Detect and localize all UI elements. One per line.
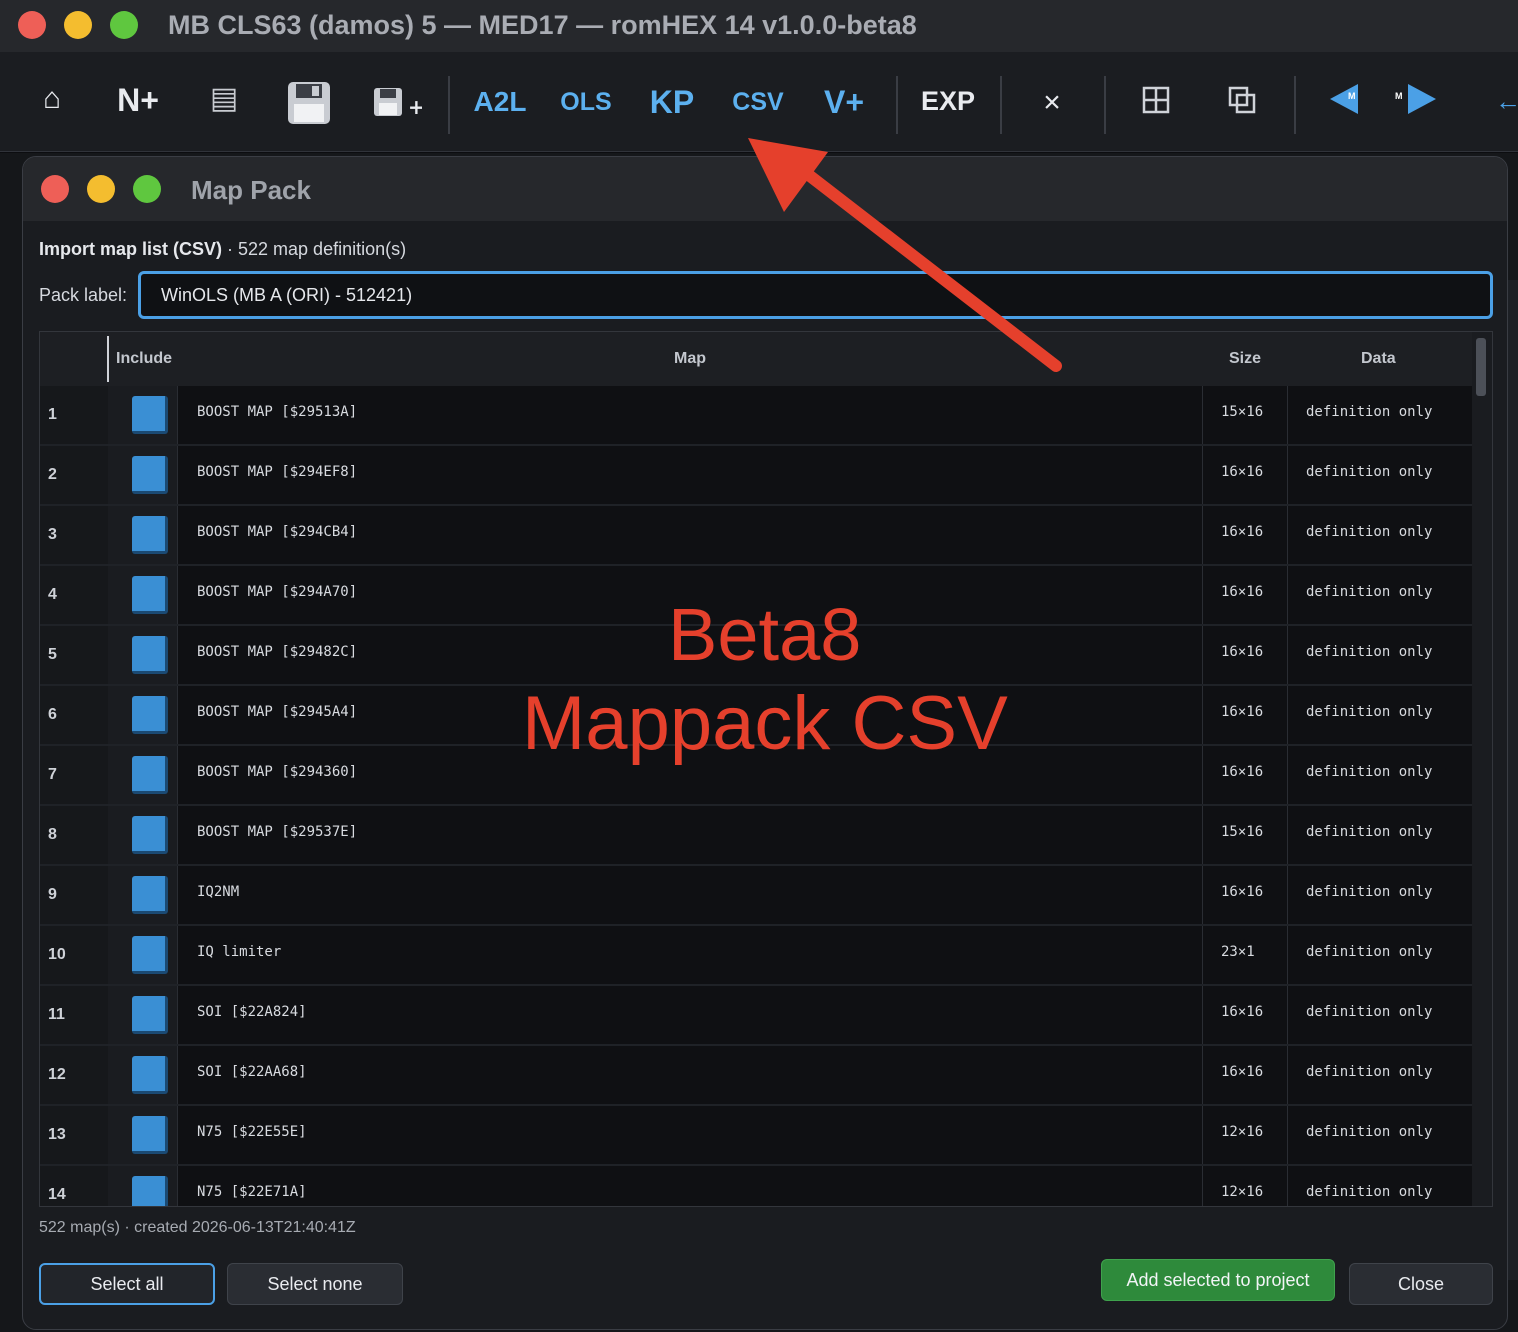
annotation-mappack-csv: Mappack CSV xyxy=(522,681,1008,766)
annotation-beta8: Beta8 xyxy=(668,593,862,676)
